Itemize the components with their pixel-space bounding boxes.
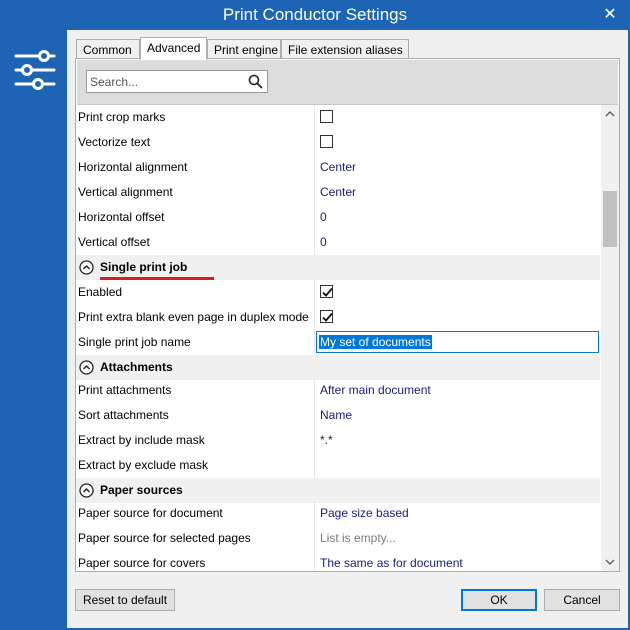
horizontal-alignment-value[interactable]: Center <box>320 160 356 174</box>
chevron-up-circle-icon[interactable] <box>79 260 94 275</box>
scrollbar-thumb[interactable] <box>603 191 617 247</box>
extra-blank-page-checkbox[interactable] <box>320 310 333 323</box>
dialog-client: Common Advanced Print engine File extens… <box>67 30 628 628</box>
ok-button[interactable]: OK <box>461 589 537 611</box>
settings-sliders-icon <box>14 50 56 90</box>
row-vertical-offset: Vertical offset 0 <box>76 230 600 255</box>
property-label: Single print job name <box>78 335 191 349</box>
search-icon[interactable] <box>248 74 263 89</box>
row-horizontal-offset: Horizontal offset 0 <box>76 205 600 230</box>
property-grid: Print crop marks Vectorize text Horizont… <box>76 105 600 571</box>
tab-file-extension-aliases[interactable]: File extension aliases <box>281 39 409 59</box>
tab-print-engine[interactable]: Print engine <box>207 39 281 59</box>
window-title: Print Conductor Settings <box>222 5 408 24</box>
property-label: Print attachments <box>78 383 172 397</box>
row-print-attachments: Print attachments After main document <box>76 378 600 403</box>
reset-to-default-button[interactable]: Reset to default <box>75 589 175 611</box>
search-input[interactable] <box>90 73 240 90</box>
category-label: Attachments <box>100 360 173 374</box>
row-exclude-mask: Extract by exclude mask <box>76 453 600 478</box>
close-icon[interactable]: ✕ <box>600 5 620 25</box>
print-attachments-value[interactable]: After main document <box>320 383 431 397</box>
property-label: Paper source for document <box>78 506 223 520</box>
include-mask-value[interactable]: *.* <box>320 433 333 447</box>
category-single-print-job[interactable]: Single print job <box>76 255 600 280</box>
paper-source-selected-value[interactable]: List is empty... <box>320 531 396 545</box>
vertical-alignment-value[interactable]: Center <box>320 185 356 199</box>
paper-source-covers-value[interactable]: The same as for document <box>320 556 463 570</box>
scroll-down-icon[interactable] <box>605 557 615 567</box>
property-label: Enabled <box>78 285 123 299</box>
category-attachments[interactable]: Attachments <box>76 355 600 380</box>
category-paper-sources[interactable]: Paper sources <box>76 478 600 503</box>
property-label: Vectorize text <box>78 135 151 149</box>
print-crop-marks-checkbox[interactable] <box>320 110 333 123</box>
row-extra-blank-page: Print extra blank even page in duplex mo… <box>76 305 600 330</box>
horizontal-offset-value[interactable]: 0 <box>320 210 327 224</box>
property-label: Print crop marks <box>78 110 166 124</box>
row-single-print-job-name: Single print job name My set of document… <box>76 330 600 355</box>
paper-source-document-value[interactable]: Page size based <box>320 506 409 520</box>
row-paper-source-document: Paper source for document Page size base… <box>76 501 600 526</box>
row-horizontal-alignment: Horizontal alignment Center <box>76 155 600 180</box>
title-bar: Print Conductor Settings ✕ <box>0 0 630 30</box>
chevron-up-circle-icon[interactable] <box>79 483 94 498</box>
search-box <box>86 70 268 93</box>
property-label: Print extra blank even page in duplex mo… <box>78 310 309 324</box>
vectorize-text-checkbox[interactable] <box>320 135 333 148</box>
scroll-up-icon[interactable] <box>605 109 615 119</box>
row-print-crop-marks: Print crop marks <box>76 105 600 130</box>
property-label: Vertical alignment <box>78 185 173 199</box>
property-label: Horizontal alignment <box>78 160 188 174</box>
job-name-selected-text: My set of documents <box>319 335 432 349</box>
property-label: Sort attachments <box>78 408 169 422</box>
property-label: Extract by include mask <box>78 433 205 447</box>
advanced-panel: Print crop marks Vectorize text Horizont… <box>75 58 620 572</box>
sort-attachments-value[interactable]: Name <box>320 408 352 422</box>
category-label: Single print job <box>100 260 188 274</box>
enabled-checkbox[interactable] <box>320 285 333 298</box>
chevron-up-circle-icon[interactable] <box>79 360 94 375</box>
search-bar <box>77 60 618 105</box>
row-sort-attachments: Sort attachments Name <box>76 403 600 428</box>
row-vectorize-text: Vectorize text <box>76 130 600 155</box>
vertical-offset-value[interactable]: 0 <box>320 235 327 249</box>
cancel-button[interactable]: Cancel <box>544 589 620 611</box>
row-enabled: Enabled <box>76 280 600 305</box>
settings-window: Print Conductor Settings ✕ Common Advanc… <box>0 0 630 630</box>
category-label: Paper sources <box>100 483 183 497</box>
property-label: Paper source for covers <box>78 556 206 570</box>
property-label: Vertical offset <box>78 235 150 249</box>
row-paper-source-selected: Paper source for selected pages List is … <box>76 526 600 551</box>
vertical-scrollbar[interactable] <box>601 105 619 571</box>
tab-common[interactable]: Common <box>76 39 140 59</box>
row-paper-source-covers: Paper source for covers The same as for … <box>76 551 600 571</box>
property-label: Extract by exclude mask <box>78 458 209 472</box>
row-include-mask: Extract by include mask *.* <box>76 428 600 453</box>
property-label: Horizontal offset <box>78 210 165 224</box>
job-name-input[interactable]: My set of documents <box>316 331 599 353</box>
tab-advanced[interactable]: Advanced <box>140 37 207 60</box>
row-vertical-alignment: Vertical alignment Center <box>76 180 600 205</box>
property-label: Paper source for selected pages <box>78 531 251 545</box>
